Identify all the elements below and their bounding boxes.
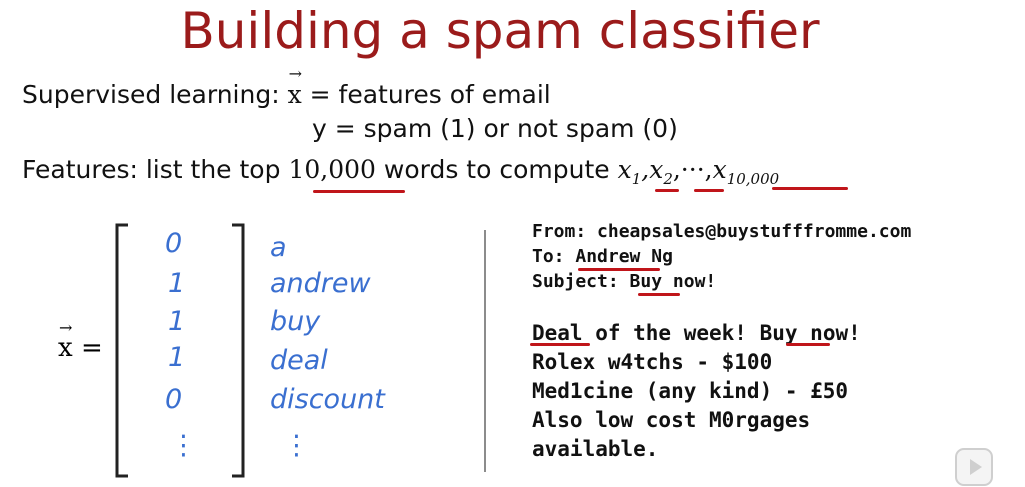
email-subject: Subject: Buy now! <box>532 271 717 292</box>
vector-value: 1 <box>168 342 186 373</box>
feature-x2: x2 <box>649 155 673 188</box>
email-body-line4: Also low cost M0rgages <box>532 408 811 432</box>
vector-value: ⋮ <box>170 430 197 461</box>
features-middle: words to compute <box>383 155 610 184</box>
vector-value: 0 <box>165 228 183 259</box>
email-body-line3: Med1cine (any kind) - £50 <box>532 379 849 403</box>
vector-label: → x = <box>58 318 103 363</box>
underline-count <box>313 190 405 193</box>
right-bracket <box>232 223 245 478</box>
vector-arrow-icon: → <box>59 318 73 337</box>
email-body-line5: available. <box>532 437 659 461</box>
vocab-word: buy <box>270 306 321 337</box>
underline-x2 <box>694 189 724 192</box>
vocab-word: a <box>270 232 287 263</box>
email-to-name: Andrew <box>575 246 641 267</box>
email-subject-word: Buy <box>629 271 663 292</box>
vector-value: 0 <box>165 384 183 415</box>
vocab-word: discount <box>270 384 385 415</box>
ellipsis: ,···, <box>672 155 713 184</box>
vector-value: 1 <box>168 268 186 299</box>
underline-deal <box>530 343 590 346</box>
play-triangle-icon <box>970 459 982 475</box>
underline-x1 <box>655 189 679 192</box>
features-prefix: Features: list the top <box>22 155 281 184</box>
equals-sign: = <box>80 333 103 363</box>
underline-xn <box>772 187 848 190</box>
vertical-divider <box>484 230 486 472</box>
word-buy: Buy <box>759 321 798 345</box>
email-body-line1: Deal of the week! Buy now! <box>532 321 861 345</box>
vector-arrow-icon: → <box>288 64 302 83</box>
vocab-word: ⋮ <box>283 430 310 461</box>
left-bracket <box>115 223 128 478</box>
email-to: To: Andrew Ng <box>532 246 673 267</box>
vocab-word: deal <box>270 345 328 376</box>
underline-andrew <box>578 268 660 271</box>
vocab-word: andrew <box>270 268 371 299</box>
x-vector-symbol: → x <box>287 64 302 109</box>
supervised-label: Supervised learning: <box>22 80 280 109</box>
x-vector-label: → x <box>58 318 73 363</box>
y-definition: y = spam (1) or not spam (0) <box>312 114 678 143</box>
vector-value: 1 <box>168 306 186 337</box>
slide-title: Building a spam classifier <box>180 2 820 60</box>
play-button-icon[interactable] <box>955 448 993 486</box>
word-count: 10,000 <box>288 155 376 184</box>
email-body-line2: Rolex w4tchs - $100 <box>532 350 773 374</box>
underline-body-buy <box>786 343 830 346</box>
word-deal: Deal <box>532 321 583 345</box>
feature-xn: x10,000 <box>712 155 780 188</box>
underline-subject-buy <box>638 293 680 296</box>
email-from: From: cheapsales@buystufffromme.com <box>532 221 912 242</box>
features-line: Features: list the top 10,000 words to c… <box>22 155 780 188</box>
supervised-line: Supervised learning: → x = features of em… <box>22 64 551 109</box>
x-definition: = features of email <box>309 80 551 109</box>
feature-x1: x1 <box>617 155 642 188</box>
